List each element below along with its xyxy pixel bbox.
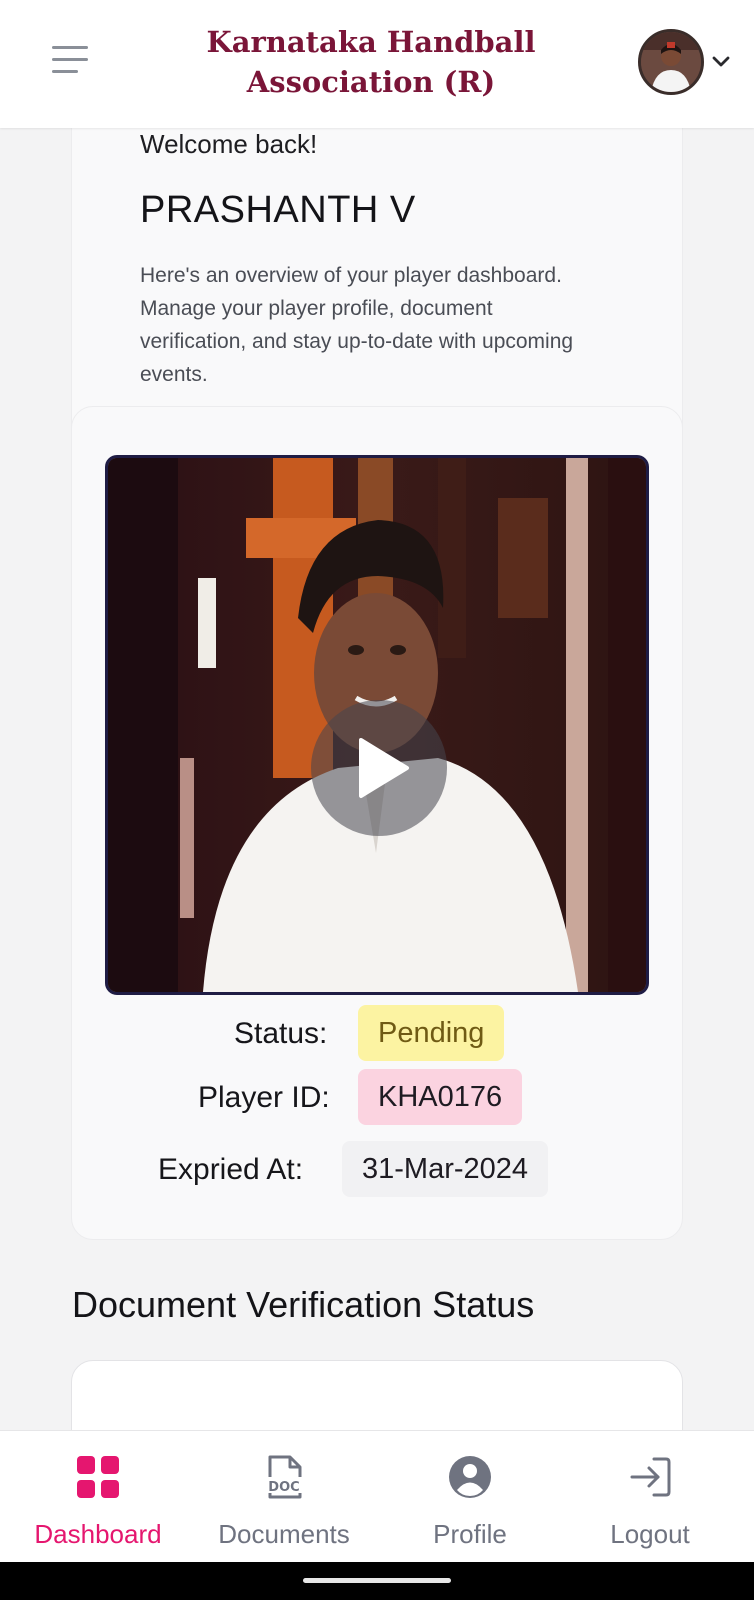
play-icon [359, 738, 409, 798]
chevron-down-icon[interactable] [710, 50, 732, 72]
document-verification-card [71, 1360, 683, 1430]
nav-dashboard[interactable]: Dashboard [18, 1445, 178, 1555]
association-title-line2: Association (R) [246, 65, 496, 99]
nav-profile[interactable]: Profile [400, 1445, 540, 1555]
player-id-badge: KHA0176 [358, 1069, 523, 1125]
play-button[interactable] [311, 700, 447, 836]
welcome-greeting: Welcome back! [140, 129, 318, 159]
player-id-label: Player ID: [198, 1081, 330, 1114]
association-title-line1: Karnataka Handball [206, 25, 536, 59]
dashboard-content[interactable]: Welcome back! PRASHANTH V Here's an over… [0, 128, 754, 1430]
avatar-photo [641, 32, 701, 92]
document-doc-icon: DOC [262, 1455, 306, 1499]
expiry-row: Expried At: 31-Mar-2024 [72, 1141, 684, 1197]
player-intro-video[interactable] [105, 455, 649, 995]
nav-logout[interactable]: Logout [580, 1445, 720, 1555]
expiry-date: 31-Mar-2024 [342, 1141, 549, 1197]
player-dashboard-screen: Karnataka Handball Association (R) Welco… [0, 0, 754, 1600]
user-avatar[interactable] [638, 29, 704, 95]
nav-dashboard-label: Dashboard [34, 1519, 162, 1549]
status-row: Status: Pending [72, 1005, 684, 1061]
document-verification-heading: Document Verification Status [72, 1284, 535, 1325]
player-id-row: Player ID: KHA0176 [72, 1069, 684, 1125]
welcome-overview-text: Here's an overview of your player dashbo… [140, 264, 574, 386]
association-title: Karnataka Handball Association (R) [150, 22, 592, 102]
logout-icon [628, 1455, 672, 1499]
status-label: Status: [234, 1017, 328, 1050]
app-header: Karnataka Handball Association (R) [0, 0, 754, 128]
player-profile-card: Status: Pending Player ID: KHA0176 Expri… [71, 406, 683, 1240]
system-gesture-bar [0, 1562, 754, 1600]
home-indicator[interactable] [303, 1578, 451, 1583]
bottom-navigation: Dashboard DOC Documents Profile Logout [0, 1430, 754, 1562]
nav-logout-label: Logout [610, 1519, 690, 1549]
svg-text:DOC: DOC [268, 1480, 299, 1495]
hamburger-menu-icon[interactable] [48, 40, 92, 80]
expiry-label: Expried At: [158, 1153, 304, 1186]
dashboard-grid-icon [76, 1455, 120, 1499]
status-badge: Pending [358, 1005, 505, 1061]
player-name: PRASHANTH V [140, 189, 416, 231]
nav-documents-label: Documents [218, 1519, 350, 1549]
profile-user-icon [448, 1455, 492, 1499]
nav-profile-label: Profile [433, 1519, 507, 1549]
nav-documents[interactable]: DOC Documents [202, 1445, 366, 1555]
